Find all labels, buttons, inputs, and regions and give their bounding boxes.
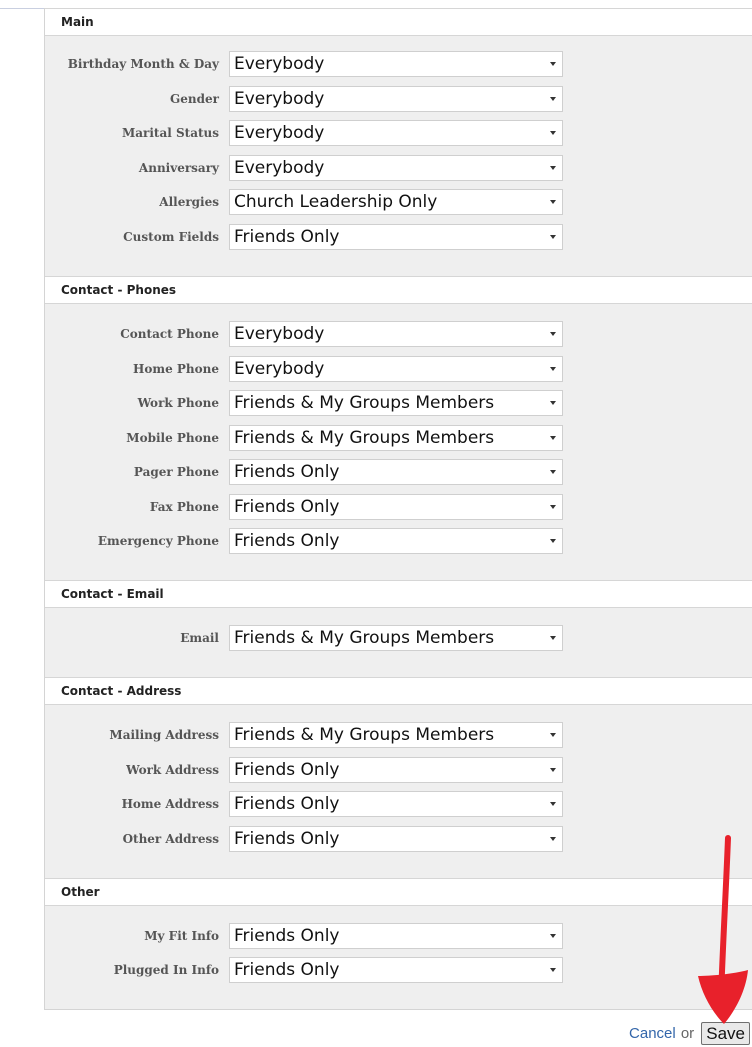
- select-anniversary[interactable]: Everybody: [229, 155, 563, 181]
- select-value: Friends & My Groups Members: [234, 725, 495, 745]
- label-anniversary: Anniversary: [138, 161, 219, 175]
- select-plugged-in-info[interactable]: Friends Only: [229, 957, 563, 983]
- section-header-contact-phones: Contact - Phones: [45, 276, 752, 304]
- label-work-phone: Work Phone: [137, 396, 219, 410]
- chevron-down-icon: [550, 470, 556, 474]
- select-email[interactable]: Friends & My Groups Members: [229, 625, 563, 651]
- select-value: Friends Only: [234, 497, 340, 517]
- select-value: Friends Only: [234, 531, 340, 551]
- section-header-main: Main: [45, 8, 752, 36]
- label-other-address: Other Address: [122, 832, 219, 846]
- select-value: Friends & My Groups Members: [234, 428, 495, 448]
- select-value: Friends & My Groups Members: [234, 628, 495, 648]
- save-button[interactable]: Save: [701, 1022, 750, 1045]
- select-value: Everybody: [234, 359, 325, 379]
- select-value: Friends Only: [234, 760, 340, 780]
- chevron-down-icon: [550, 968, 556, 972]
- label-birthday-month-day: Birthday Month & Day: [67, 57, 219, 71]
- section-header-contact-address: Contact - Address: [45, 677, 752, 705]
- label-contact-phone: Contact Phone: [120, 327, 219, 341]
- chevron-down-icon: [550, 436, 556, 440]
- select-marital-status[interactable]: Everybody: [229, 120, 563, 146]
- select-contact-phone[interactable]: Everybody: [229, 321, 563, 347]
- select-value: Friends & My Groups Members: [234, 393, 495, 413]
- chevron-down-icon: [550, 131, 556, 135]
- label-plugged-in-info: Plugged In Info: [113, 963, 219, 977]
- chevron-down-icon: [550, 200, 556, 204]
- label-work-address: Work Address: [126, 763, 219, 777]
- select-work-address[interactable]: Friends Only: [229, 757, 563, 783]
- select-value: Friends Only: [234, 926, 340, 946]
- form-actions: Cancel or Save: [629, 1022, 750, 1046]
- chevron-down-icon: [550, 97, 556, 101]
- select-value: Everybody: [234, 89, 325, 109]
- label-home-address: Home Address: [121, 797, 219, 811]
- cancel-link[interactable]: Cancel: [629, 1025, 676, 1042]
- label-allergies: Allergies: [159, 195, 219, 209]
- chevron-down-icon: [550, 235, 556, 239]
- select-fax-phone[interactable]: Friends Only: [229, 494, 563, 520]
- select-other-address[interactable]: Friends Only: [229, 826, 563, 852]
- label-mailing-address: Mailing Address: [109, 728, 219, 742]
- section-header-contact-email: Contact - Email: [45, 580, 752, 608]
- chevron-down-icon: [550, 401, 556, 405]
- chevron-down-icon: [550, 166, 556, 170]
- select-value: Everybody: [234, 158, 325, 178]
- select-emergency-phone[interactable]: Friends Only: [229, 528, 563, 554]
- select-value: Friends Only: [234, 462, 340, 482]
- chevron-down-icon: [550, 837, 556, 841]
- chevron-down-icon: [550, 539, 556, 543]
- chevron-down-icon: [550, 367, 556, 371]
- label-mobile-phone: Mobile Phone: [126, 431, 219, 445]
- select-birthday-month-day[interactable]: Everybody: [229, 51, 563, 77]
- select-value: Everybody: [234, 324, 325, 344]
- label-pager-phone: Pager Phone: [133, 465, 219, 479]
- select-home-phone[interactable]: Everybody: [229, 356, 563, 382]
- select-home-address[interactable]: Friends Only: [229, 791, 563, 817]
- chevron-down-icon: [550, 802, 556, 806]
- select-pager-phone[interactable]: Friends Only: [229, 459, 563, 485]
- select-mailing-address[interactable]: Friends & My Groups Members: [229, 722, 563, 748]
- label-marital-status: Marital Status: [121, 126, 219, 140]
- chevron-down-icon: [550, 505, 556, 509]
- label-email: Email: [180, 631, 219, 645]
- or-separator: or: [680, 1025, 695, 1042]
- select-my-fit-info[interactable]: Friends Only: [229, 923, 563, 949]
- select-value: Friends Only: [234, 794, 340, 814]
- chevron-down-icon: [550, 934, 556, 938]
- select-gender[interactable]: Everybody: [229, 86, 563, 112]
- select-value: Friends Only: [234, 960, 340, 980]
- label-gender: Gender: [170, 92, 219, 106]
- section-header-other: Other: [45, 878, 752, 906]
- label-my-fit-info: My Fit Info: [144, 929, 219, 943]
- select-value: Friends Only: [234, 227, 340, 247]
- select-mobile-phone[interactable]: Friends & My Groups Members: [229, 425, 563, 451]
- chevron-down-icon: [550, 62, 556, 66]
- label-home-phone: Home Phone: [133, 362, 219, 376]
- chevron-down-icon: [550, 636, 556, 640]
- select-allergies[interactable]: Church Leadership Only: [229, 189, 563, 215]
- chevron-down-icon: [550, 733, 556, 737]
- select-value: Church Leadership Only: [234, 192, 438, 212]
- label-emergency-phone: Emergency Phone: [97, 534, 219, 548]
- select-value: Everybody: [234, 123, 325, 143]
- select-custom-fields[interactable]: Friends Only: [229, 224, 563, 250]
- select-work-phone[interactable]: Friends & My Groups Members: [229, 390, 563, 416]
- chevron-down-icon: [550, 768, 556, 772]
- select-value: Everybody: [234, 54, 325, 74]
- select-value: Friends Only: [234, 829, 340, 849]
- label-fax-phone: Fax Phone: [149, 500, 219, 514]
- label-custom-fields: Custom Fields: [123, 230, 219, 244]
- chevron-down-icon: [550, 332, 556, 336]
